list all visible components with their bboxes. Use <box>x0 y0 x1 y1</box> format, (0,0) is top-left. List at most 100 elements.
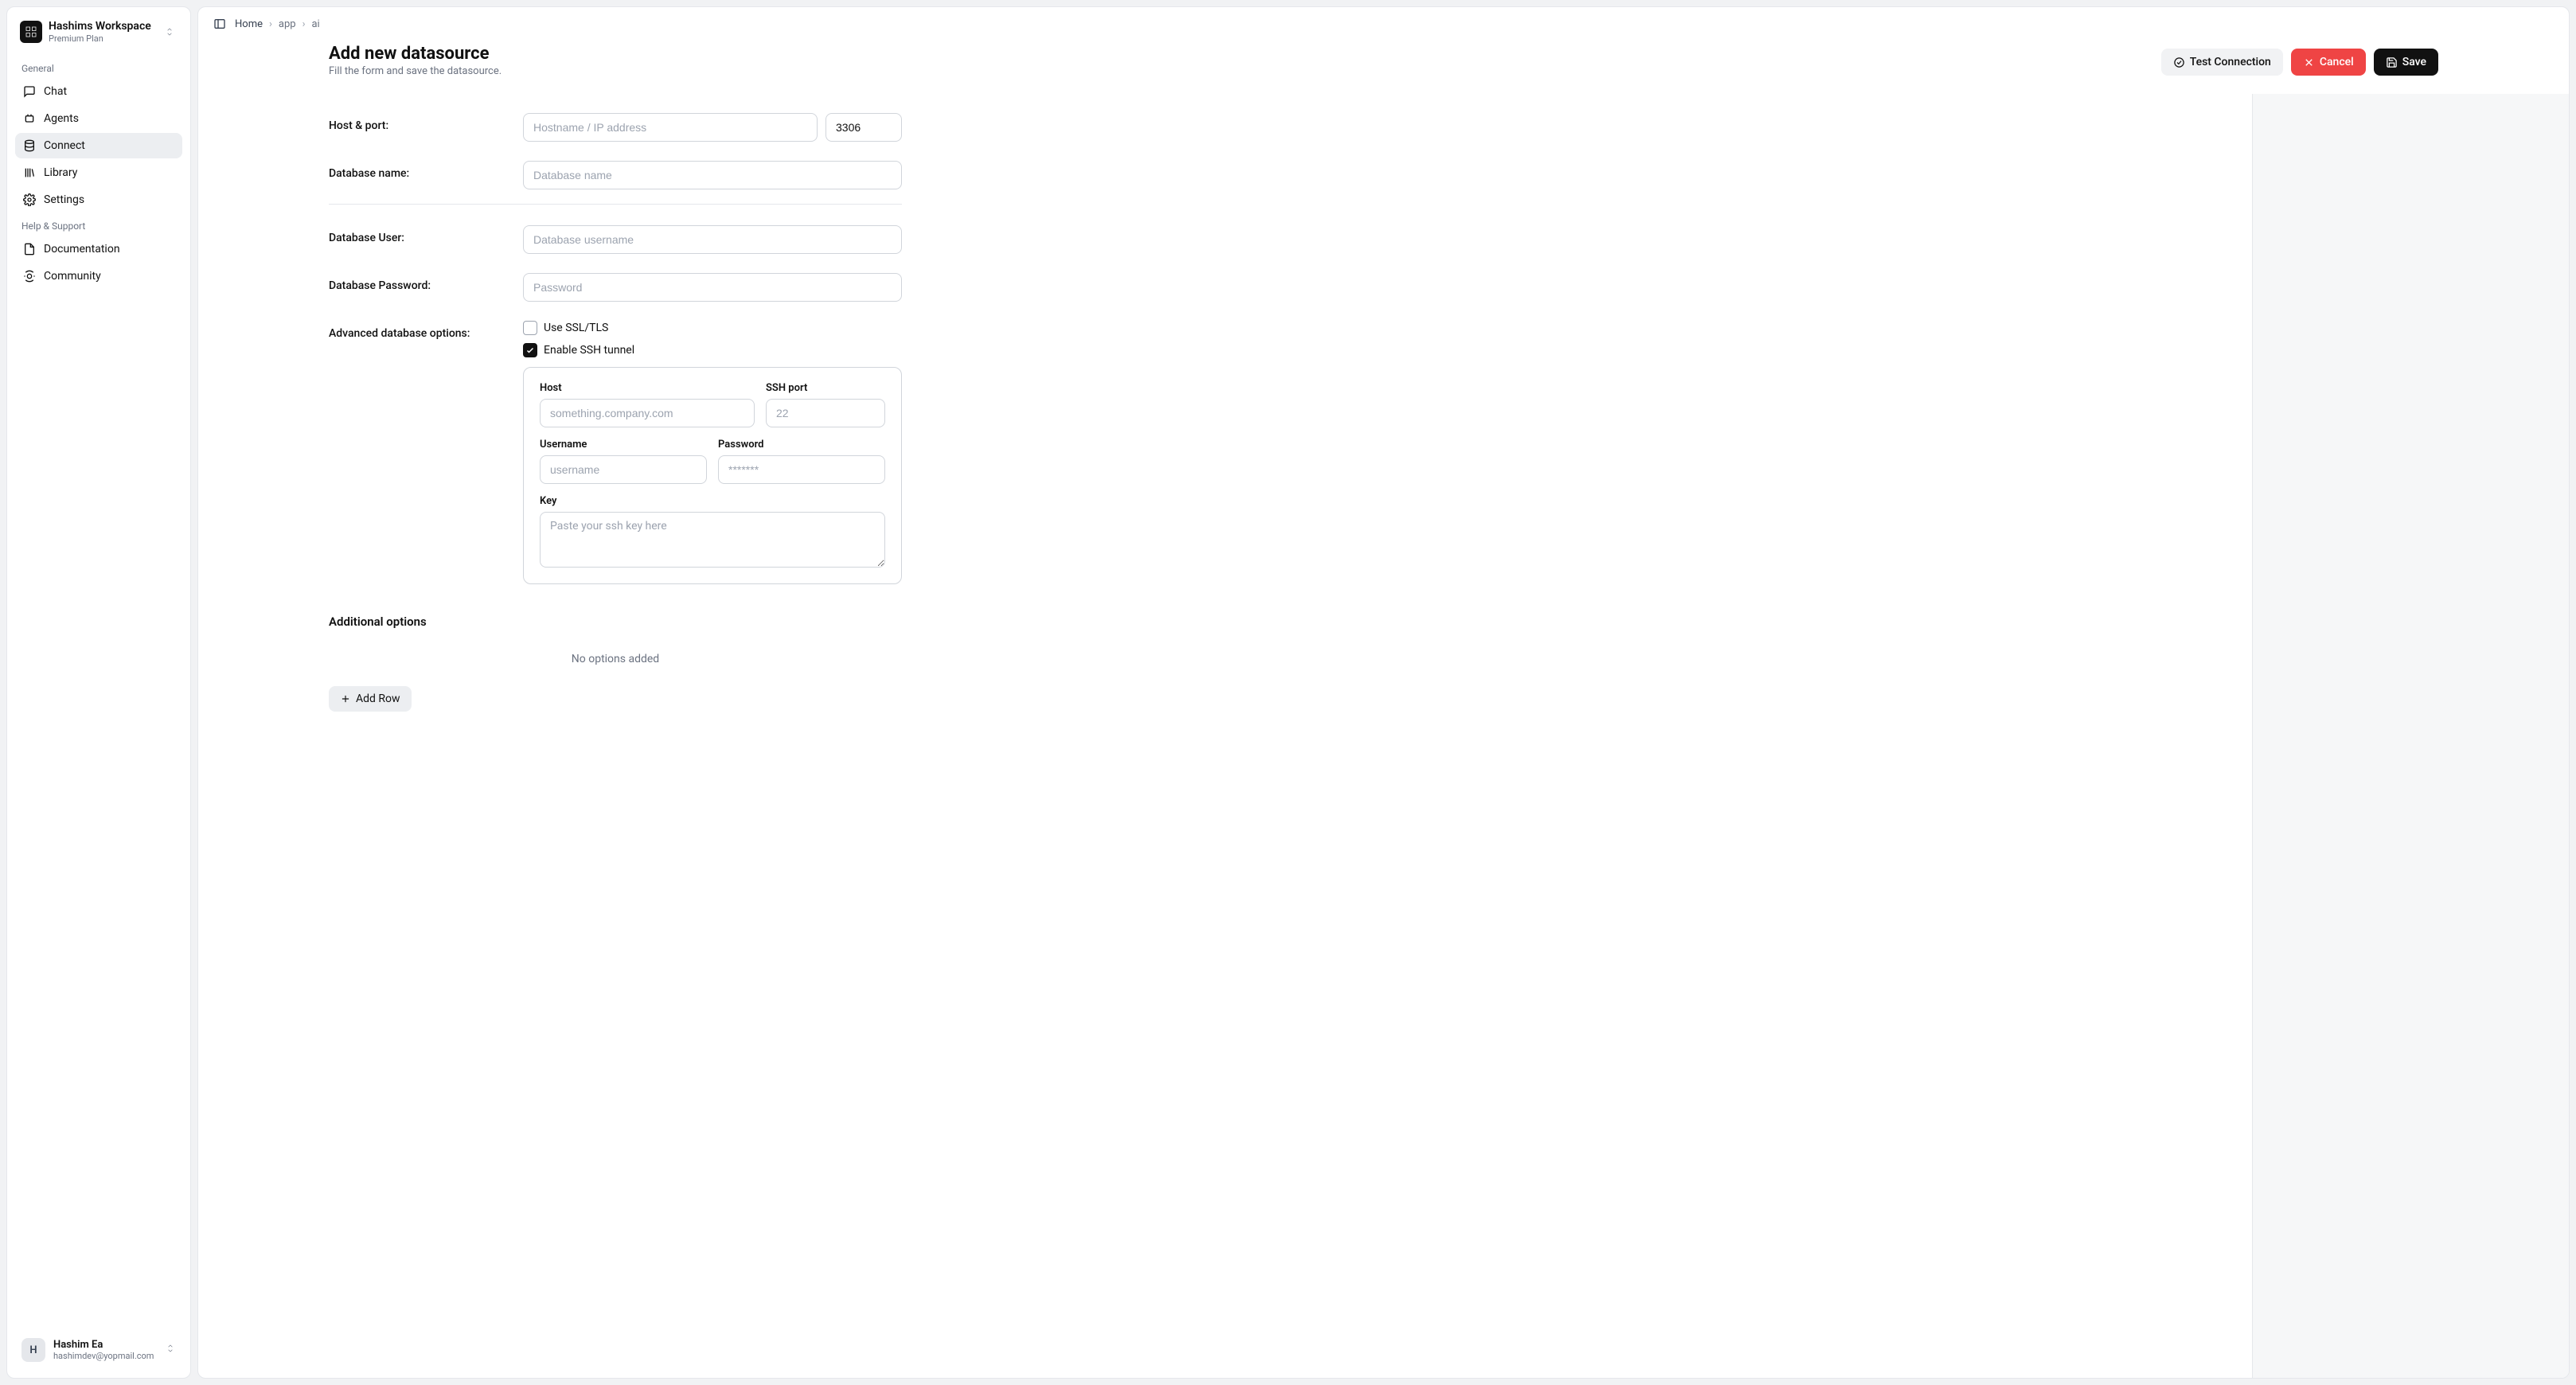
plus-icon <box>340 693 351 704</box>
cancel-button[interactable]: Cancel <box>2291 49 2366 76</box>
ssh-row-user-pass: Username Password <box>540 439 885 484</box>
workspace-selector[interactable]: Hashims Workspace Premium Plan <box>15 17 182 55</box>
button-label: Add Row <box>356 692 400 705</box>
workspace-logo-icon <box>20 21 42 43</box>
user-menu[interactable]: H Hashim Ea hashimdev@yopmail.com <box>15 1332 182 1368</box>
button-label: Test Connection <box>2190 56 2271 68</box>
check-circle-icon <box>2173 57 2185 68</box>
row-dbuser: Database User: <box>329 216 902 263</box>
sidebar-item-agents[interactable]: Agents <box>15 106 182 131</box>
check-icon <box>525 345 535 355</box>
ssh-password-label: Password <box>718 439 885 451</box>
ssh-username-input[interactable] <box>540 455 707 484</box>
ssh-key-textarea[interactable] <box>540 512 885 568</box>
agents-icon <box>23 112 36 125</box>
button-label: Cancel <box>2320 56 2354 68</box>
user-email: hashimdev@yopmail.com <box>53 1351 154 1361</box>
ssh-host-label: Host <box>540 382 755 394</box>
sidebar-item-chat[interactable]: Chat <box>15 79 182 104</box>
sidebar-nav-help: Documentation Community <box>15 236 182 289</box>
sidebar-item-label: Chat <box>44 85 67 98</box>
row-dbpass: Database Password: <box>329 263 902 311</box>
dbname-label: Database name: <box>329 161 504 189</box>
sidebar-section-help: Help & Support <box>15 213 182 236</box>
ssh-row-key: Key <box>540 495 885 568</box>
row-advanced: Advanced database options: Use SSL/TLS E… <box>329 311 902 594</box>
community-icon <box>23 270 36 283</box>
ssl-checkbox-row[interactable]: Use SSL/TLS <box>523 321 902 335</box>
datasource-form: Host & port: Database name: Database Use… <box>329 94 902 735</box>
chevron-right-icon: › <box>269 18 272 30</box>
workspace-caret-icon[interactable] <box>162 24 178 40</box>
dbuser-label: Database User: <box>329 225 504 254</box>
page-subtitle: Fill the form and save the datasource. <box>329 65 2161 77</box>
ssh-enable-checkbox-label: Enable SSH tunnel <box>544 344 634 357</box>
user-name: Hashim Ea <box>53 1339 154 1352</box>
sidebar-item-connect[interactable]: Connect <box>15 133 182 158</box>
row-host-port: Host & port: <box>329 103 902 151</box>
main: Home › app › ai Add new datasource Fill … <box>197 6 2570 1379</box>
sidebar-section-general: General <box>15 55 182 79</box>
connect-icon <box>23 139 36 152</box>
page-header: Add new datasource Fill the form and sav… <box>198 41 2569 94</box>
additional-options-heading: Additional options <box>329 594 902 630</box>
divider <box>329 204 902 205</box>
ssl-checkbox-label: Use SSL/TLS <box>544 322 608 334</box>
header-actions: Test Connection Cancel Save <box>2161 44 2550 76</box>
close-icon <box>2303 57 2315 68</box>
breadcrumb-ai[interactable]: ai <box>311 18 319 30</box>
library-icon <box>23 166 36 179</box>
row-dbname: Database name: <box>329 151 902 199</box>
chat-icon <box>23 85 36 98</box>
dbpass-label: Database Password: <box>329 273 504 302</box>
sidebar-item-label: Agents <box>44 112 79 125</box>
form-scroll[interactable]: Host & port: Database name: Database Use… <box>198 94 2569 1378</box>
dbname-input[interactable] <box>523 161 902 189</box>
sidebar: Hashims Workspace Premium Plan General C… <box>6 6 191 1379</box>
sidebar-item-library[interactable]: Library <box>15 160 182 185</box>
sidebar-item-label: Documentation <box>44 243 120 256</box>
ssh-host-input[interactable] <box>540 399 755 427</box>
ssh-password-input[interactable] <box>718 455 885 484</box>
sidebar-item-label: Connect <box>44 139 85 152</box>
sidebar-item-community[interactable]: Community <box>15 263 182 289</box>
ssh-port-input[interactable] <box>766 399 885 427</box>
ssh-key-label: Key <box>540 495 885 507</box>
breadcrumb-home[interactable]: Home <box>235 18 263 30</box>
user-caret-icon[interactable] <box>165 1343 176 1357</box>
save-button[interactable]: Save <box>2374 49 2438 76</box>
workspace-text: Hashims Workspace Premium Plan <box>49 20 151 44</box>
ssh-row-host-port: Host SSH port <box>540 382 885 427</box>
sidebar-item-label: Library <box>44 166 77 179</box>
sidebar-item-documentation[interactable]: Documentation <box>15 236 182 262</box>
ssl-checkbox[interactable] <box>523 321 537 335</box>
ssh-enable-checkbox-row[interactable]: Enable SSH tunnel <box>523 343 902 357</box>
test-connection-button[interactable]: Test Connection <box>2161 49 2283 76</box>
toggle-sidebar-icon[interactable] <box>211 15 228 33</box>
ssh-panel: Host SSH port Username <box>523 367 902 584</box>
dbpass-input[interactable] <box>523 273 902 302</box>
sidebar-item-label: Community <box>44 270 101 283</box>
workspace-plan: Premium Plan <box>49 33 151 44</box>
port-input[interactable] <box>825 113 902 142</box>
topbar: Home › app › ai <box>198 7 2569 41</box>
sidebar-item-settings[interactable]: Settings <box>15 187 182 213</box>
ssh-enable-checkbox[interactable] <box>523 343 537 357</box>
sidebar-nav-general: Chat Agents Connect Library Settings <box>15 79 182 213</box>
right-panel-background <box>2252 94 2569 1378</box>
chevron-right-icon: › <box>302 18 306 30</box>
user-text: Hashim Ea hashimdev@yopmail.com <box>53 1339 154 1362</box>
save-icon <box>2386 57 2398 68</box>
no-options-message: No options added <box>329 630 902 686</box>
breadcrumb-app[interactable]: app <box>279 18 296 30</box>
dbuser-input[interactable] <box>523 225 902 254</box>
hostname-input[interactable] <box>523 113 818 142</box>
ssh-port-label: SSH port <box>766 382 885 394</box>
add-row-button[interactable]: Add Row <box>329 686 412 712</box>
button-label: Save <box>2402 56 2426 68</box>
sidebar-item-label: Settings <box>44 193 84 206</box>
ssh-username-label: Username <box>540 439 707 451</box>
avatar: H <box>21 1338 45 1362</box>
host-port-label: Host & port: <box>329 113 504 142</box>
page-title: Add new datasource <box>329 44 2161 64</box>
